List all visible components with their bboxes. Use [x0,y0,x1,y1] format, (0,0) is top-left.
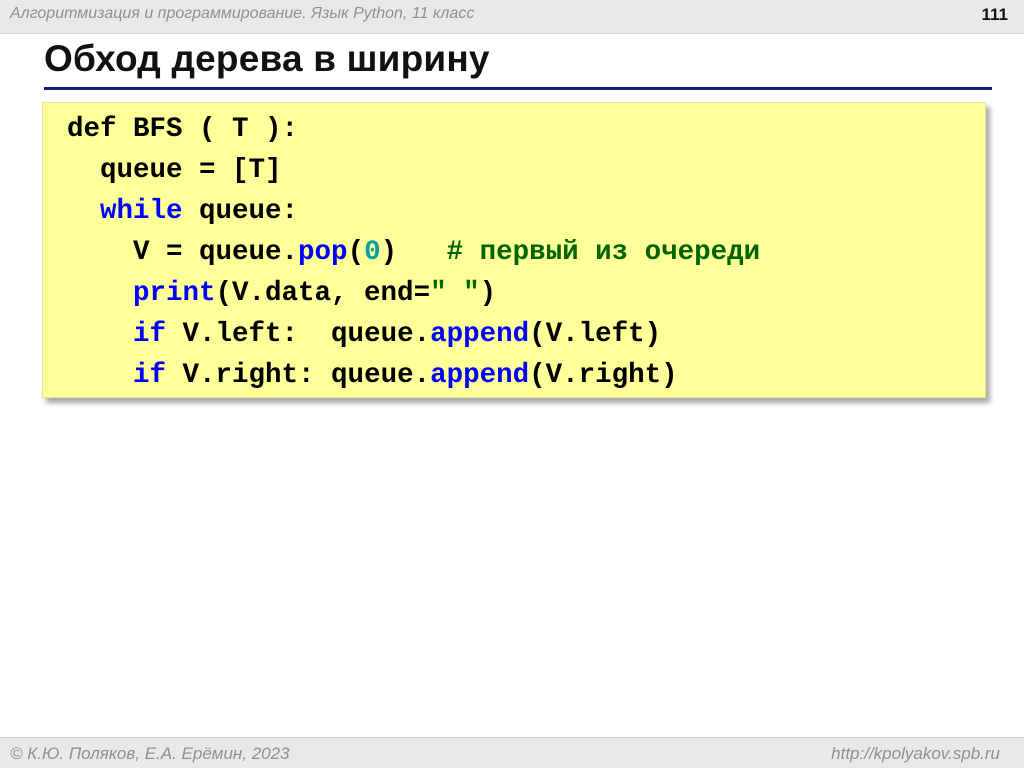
code-token: pop [298,237,348,268]
code-token: # первый из очереди [446,237,761,268]
code-line: queue = [T] [67,154,282,188]
code-token: queue = [T] [67,155,282,186]
footer-bar: © К.Ю. Поляков, Е.А. Ерёмин, 2023 http:/… [0,737,1024,768]
footer-authors: © К.Ю. Поляков, Е.А. Ерёмин, 2023 [10,744,290,763]
code-line: while queue: [67,195,298,229]
code-line: V = queue.pop(0) # первый из очереди [67,236,760,270]
slide-number: 111 [981,5,1009,24]
code-line: def BFS ( T ): [67,113,298,147]
code-token: append [430,319,530,350]
code-token: " " [430,278,480,309]
code-token: 0 [364,237,381,268]
code-token: (V.left) [529,319,662,350]
code-token: append [430,360,530,391]
footer-url-link[interactable]: http://kpolyakov.spb.ru [831,744,1000,764]
code-line: if V.right: queue.append(V.right) [67,359,678,393]
code-line: print(V.data, end=" ") [67,277,496,311]
title-underline [44,87,992,90]
code-token: V.right: queue. [166,360,431,391]
code-line: if V.left: queue.append(V.left) [67,318,661,352]
code-token: def BFS ( T ): [67,114,299,145]
code-token: ) [479,278,497,309]
code-token: queue: [182,196,299,227]
code-token: if [133,360,167,391]
code-token: (V.data, end= [215,278,431,309]
code-token: while [100,196,183,227]
code-token: (V.right) [529,360,678,391]
slide-title: Обход дерева в ширину [44,38,490,79]
code-token: V.left: queue. [166,319,431,350]
code-token: ( [347,237,365,268]
code-token: ) [380,237,447,268]
course-title: Алгоритмизация и программирование. Язык … [10,5,475,22]
code-token: if [133,319,167,350]
code-token: V = queue. [67,237,299,268]
header-bar: Алгоритмизация и программирование. Язык … [0,0,1024,34]
code-token: print [133,278,216,309]
code-block: def BFS ( T ): queue = [T] while queue: … [42,102,986,398]
